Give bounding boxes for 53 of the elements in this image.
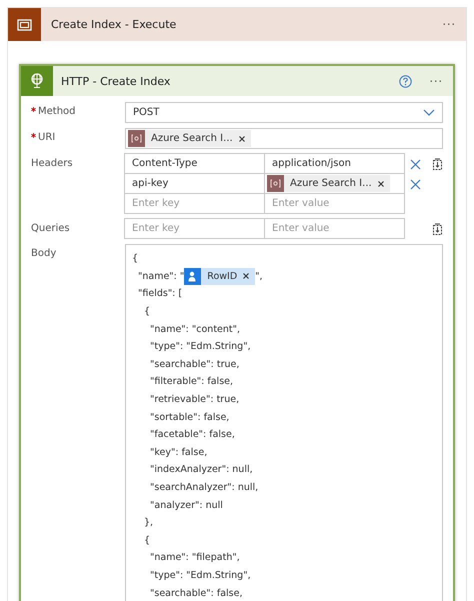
body-editor[interactable] bbox=[125, 244, 443, 601]
token-chip[interactable]: Azure Search I... bbox=[128, 130, 251, 147]
more-menu[interactable]: ··· bbox=[432, 18, 466, 31]
code-text: "searchable": false, bbox=[150, 588, 242, 599]
code-text: "filterable": false, bbox=[150, 376, 234, 388]
code-text: "name": "filepath", bbox=[150, 552, 240, 564]
field-label: Body bbox=[31, 248, 56, 259]
variable-icon bbox=[128, 130, 145, 147]
globe-icon bbox=[21, 66, 53, 96]
close-icon[interactable] bbox=[410, 158, 421, 170]
remove-icon[interactable] bbox=[243, 273, 250, 280]
variable-icon bbox=[267, 175, 284, 192]
action-title: HTTP - Create Index bbox=[60, 74, 172, 88]
code-text: "analyzer": null bbox=[150, 500, 223, 511]
token-chip[interactable]: Azure Search I... bbox=[267, 175, 390, 192]
chevron-down-icon bbox=[423, 109, 435, 116]
code-text: "sortable": false, bbox=[150, 412, 230, 423]
method-dropdown[interactable]: POST bbox=[125, 102, 443, 123]
code-text: "facetable": false, bbox=[150, 429, 235, 440]
code-text: { bbox=[144, 534, 150, 546]
field-label: Method bbox=[38, 106, 76, 117]
scope-title: Create Index - Execute bbox=[50, 18, 178, 31]
more-menu[interactable]: ··· bbox=[420, 74, 453, 88]
field-label: URI bbox=[38, 132, 56, 143]
code-text: ", bbox=[255, 270, 263, 282]
code-text: "name": " bbox=[138, 270, 184, 282]
code-text: "name": "content", bbox=[150, 324, 240, 335]
code-text: { bbox=[144, 306, 150, 318]
remove-icon[interactable] bbox=[378, 180, 384, 186]
code-text: }, bbox=[144, 517, 154, 528]
field-label: Headers bbox=[31, 158, 73, 169]
scope-icon bbox=[8, 8, 41, 41]
person-icon bbox=[184, 268, 202, 285]
code-text: "searchAnalyzer": null, bbox=[150, 482, 258, 494]
token-chip[interactable]: RowID bbox=[184, 268, 256, 285]
value-field[interactable]: Azure Search I... bbox=[264, 173, 405, 194]
uri-field[interactable]: Azure Search I... bbox=[125, 128, 443, 149]
code-text: "type": "Edm.String", bbox=[150, 341, 251, 352]
code-text: "retrievable": true, bbox=[150, 394, 240, 406]
code-text: "type": "Edm.String", bbox=[150, 570, 251, 581]
code-text: "indexAnalyzer": null, bbox=[150, 464, 253, 476]
code-text: "searchable": true, bbox=[150, 358, 240, 370]
help-icon[interactable] bbox=[398, 74, 412, 88]
code-text: { bbox=[132, 253, 138, 264]
remove-icon[interactable] bbox=[238, 136, 245, 142]
code-text: "fields": [ bbox=[138, 288, 182, 300]
close-icon[interactable] bbox=[410, 178, 421, 190]
code-text: "key": false, bbox=[150, 446, 208, 458]
field-label: Queries bbox=[31, 223, 70, 234]
switch-mode-icon[interactable] bbox=[432, 158, 443, 170]
input-field[interactable]: application/json bbox=[264, 153, 405, 174]
input-field[interactable]: Content-Type bbox=[124, 153, 265, 174]
switch-mode-icon[interactable] bbox=[432, 223, 443, 235]
